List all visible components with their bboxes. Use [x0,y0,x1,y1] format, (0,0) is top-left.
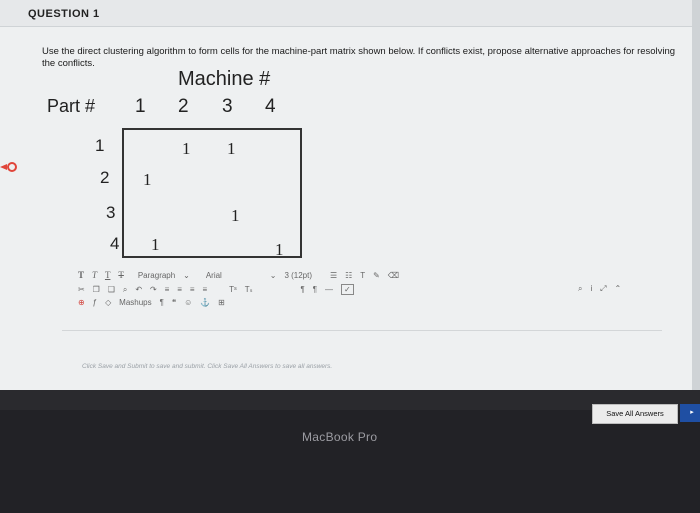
chevron-down-icon: ⌄ [269,271,277,280]
matrix-cell: 1 [275,240,284,259]
strikethrough-button[interactable]: T [118,270,124,280]
red-marker-icon [0,162,17,172]
browser-screen: QUESTION 1 Use the direct clustering alg… [0,0,700,400]
screenshot: { "question": { "title": "QUESTION 1", "… [0,0,700,513]
toolbar-row-3: ⊕ ƒ ◇ Mashups ¶ ❝ ☺ ⚓ ⊞ [78,298,231,307]
question-header: QUESTION 1 [0,0,700,27]
align-right-icon[interactable]: ≡ [190,285,195,294]
redo-icon[interactable]: ↷ [150,285,157,294]
mashups-select[interactable]: Mashups [119,298,151,307]
toolbar-row-2: ✂ ❐ ❑ ⌕ ↶ ↷ ≡ ≡ ≡ ≡ Tˢ Tₛ ¶ ¶ — ✓ [78,284,360,295]
info-icon[interactable]: i [590,284,592,293]
justify-icon[interactable]: ≡ [203,285,208,294]
matrix-border [122,128,302,258]
matrix-cell: 1 [231,206,240,225]
text-color-icon[interactable]: T [360,271,365,280]
link-icon[interactable]: ⚓ [200,298,210,307]
device-label: MacBook Pro [302,430,378,444]
fullscreen-icon[interactable]: ⤢ [600,284,606,294]
horizontal-rule-icon[interactable]: — [325,285,333,294]
matrix-cell: 1 [151,235,160,254]
column-header-4: 4 [265,96,276,117]
column-header-1: 1 [135,96,146,117]
matrix-cell: 1 [227,139,236,158]
quote-icon[interactable]: ❝ [172,298,176,307]
chevron-down-icon: ⌄ [183,271,190,280]
copy-icon[interactable]: ❐ [93,285,100,294]
part-label: Part # [47,96,96,116]
pilcrow-icon[interactable]: ¶ [160,298,164,307]
align-left-icon[interactable]: ≡ [165,285,170,294]
cut-icon[interactable]: ✂ [78,285,85,294]
paragraph-mark-rtl-icon[interactable]: ¶ [313,285,317,294]
row-header-2: 2 [100,168,110,187]
font-size-select[interactable]: 3 (12pt) [284,271,312,280]
editor-hint: Click Save and Submit to save and submit… [82,363,333,370]
column-header-3: 3 [222,96,233,117]
search-icon[interactable]: ⌕ [123,285,127,295]
paragraph-mark-icon[interactable]: ¶ [301,285,305,294]
matrix-cell: 1 [143,170,152,189]
add-content-icon[interactable]: ⊕ [78,298,85,307]
font-select[interactable]: Arial [206,271,222,280]
toolbar-row-1: T T T T Paragraph ⌄ Arial ⌄ 3 (12pt) ☰ ☷… [78,270,405,280]
spell-icon[interactable]: ⌕ [578,284,582,294]
numbered-list-icon[interactable]: ☷ [345,271,352,280]
spellcheck-icon[interactable]: ✓ [341,284,354,295]
question-title: QUESTION 1 [28,8,100,20]
mashups-icon[interactable]: ◇ [105,298,111,307]
row-header-3: 3 [106,203,116,222]
subscript-icon[interactable]: Tₛ [245,285,253,294]
superscript-icon[interactable]: Tˢ [229,285,237,294]
paragraph-select[interactable]: Paragraph [138,271,175,280]
align-center-icon[interactable]: ≡ [177,285,182,294]
table-icon[interactable]: ⊞ [218,298,225,307]
pen-icon[interactable]: ✎ [373,271,380,280]
collapse-icon[interactable]: ⌃ [615,284,622,293]
save-and-submit-button[interactable]: ▸ [680,404,700,422]
row-header-4: 4 [110,234,120,253]
italic-button[interactable]: T [92,270,97,280]
save-all-answers-button[interactable]: Save All Answers [592,404,678,424]
function-icon[interactable]: ƒ [93,298,97,307]
emoji-icon[interactable]: ☺ [184,298,192,307]
matrix-cell: 1 [182,139,191,158]
machine-label: Machine # [178,68,271,90]
underline-button[interactable]: T [105,270,111,280]
screen-edge [692,0,700,400]
paste-icon[interactable]: ❑ [108,285,115,294]
bullet-list-icon[interactable]: ☰ [330,271,337,280]
column-header-2: 2 [178,96,189,117]
machine-part-matrix: Machine # Part # 1 2 3 4 1 2 3 4 1 1 1 1… [0,60,700,270]
bold-button[interactable]: T [78,270,84,280]
toolbar-right: ⌕ i ⤢ ⌃ [578,284,627,294]
row-header-1: 1 [95,136,105,155]
clear-format-icon[interactable]: ⌫ [388,271,399,280]
answer-editor[interactable]: Click Save and Submit to save and submit… [62,330,662,371]
undo-icon[interactable]: ↶ [135,285,142,294]
rich-text-toolbar: T T T T Paragraph ⌄ Arial ⌄ 3 (12pt) ☰ ☷… [78,270,638,330]
